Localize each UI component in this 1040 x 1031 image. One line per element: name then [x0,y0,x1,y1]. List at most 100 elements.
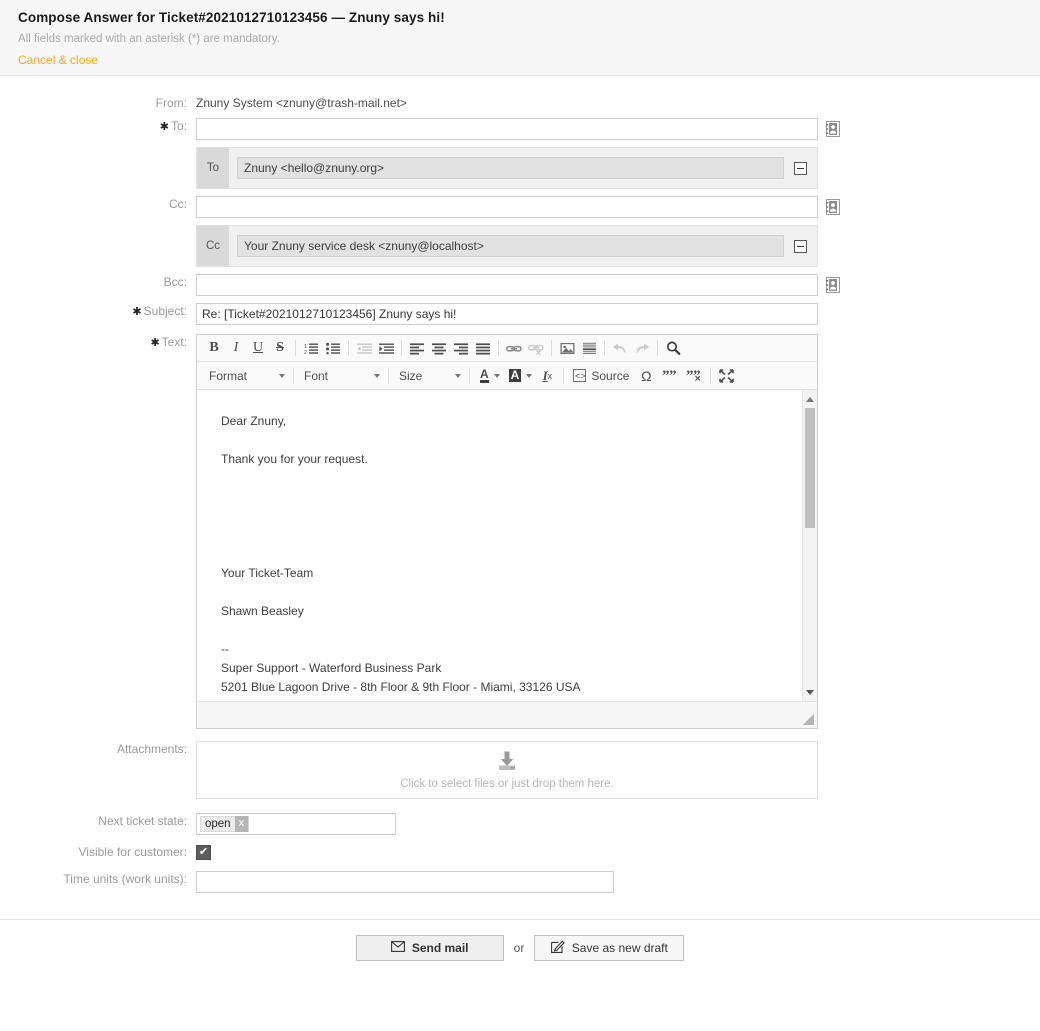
cc-recipient-value[interactable]: Your Znuny service desk <znuny@localhost… [237,235,784,257]
source-button[interactable]: <> Source [568,365,634,387]
subject-field-wrap [196,303,1040,325]
insert-image-icon[interactable] [556,337,578,359]
cc-recipient-row: Cc Your Znuny service desk <znuny@localh… [0,225,1040,267]
size-dropdown[interactable]: Size [393,365,465,387]
cc-recipient-box: Cc Your Znuny service desk <znuny@localh… [196,225,818,267]
remove-format-icon[interactable]: Ix [535,365,559,387]
required-asterisk-icon-text: ✱ [150,337,160,349]
svg-text:2: 2 [304,350,307,355]
subject-input[interactable] [196,303,818,325]
signature-line-1: Super Support - Waterford Business Park [221,661,442,675]
mandatory-note: All fields marked with an asterisk (*) a… [18,33,280,45]
to-label: ✱ To: [0,118,196,135]
editor-content[interactable]: Dear Znuny, Thank you for your request. … [197,390,793,701]
toolbar-separator [295,340,296,356]
scrollbar-thumb[interactable] [805,408,815,528]
scroll-up-arrow-icon[interactable] [803,392,817,406]
cancel-and-close-link[interactable]: Cancel & close [18,53,98,67]
attachments-label: Attachments: [116,742,187,756]
rich-text-editor: B I U S 12 Format Font Size A A I x <> S… [196,334,818,729]
outdent-icon[interactable] [353,337,375,359]
body-greeting: Dear Znuny, [221,414,287,428]
align-left-icon[interactable] [406,337,428,359]
body-blank-2 [221,526,793,545]
bcc-field-wrap [196,274,1040,296]
remove-cc-recipient-icon[interactable] [794,239,807,253]
editor-resize-handle[interactable] [803,714,814,725]
body-blank-1 [221,488,793,507]
font-dropdown[interactable]: Font [298,365,384,387]
toolbar-separator [293,367,294,384]
format-dropdown[interactable]: Format [203,365,289,387]
to-recipient-value[interactable]: Znuny <hello@znuny.org> [237,157,784,179]
subject-row: ✱ Subject: [0,303,1040,325]
from-value: Znuny System <znuny@trash-mail.net> [196,96,407,110]
visible-for-customer-label: Visible for customer: [78,845,188,859]
redo-icon[interactable] [631,337,653,359]
remove-blockquote-icon[interactable]: ”” [682,365,706,387]
state-tag: open x [200,816,250,832]
remove-to-recipient-icon[interactable] [794,161,807,175]
bcc-row: Bcc: [0,274,1040,296]
dialog-header: Compose Answer for Ticket#20210127101234… [0,0,1040,76]
bulleted-list-icon[interactable] [322,337,344,359]
signature-separator-top: -- [221,642,229,656]
visible-for-customer-checkbox[interactable]: ✔ [196,845,211,860]
attachment-dropzone[interactable]: Click to select files or just drop them … [196,741,818,799]
state-tag-remove-icon[interactable]: x [234,816,249,832]
strikethrough-icon[interactable]: S [269,337,291,359]
toolbar-separator [469,367,470,384]
address-book-icon-cc[interactable] [826,199,840,215]
numbered-list-icon[interactable]: 12 [300,337,322,359]
editor-body[interactable]: Dear Znuny, Thank you for your request. … [197,390,817,702]
bold-icon[interactable]: B [203,337,225,359]
horizontal-rule-icon[interactable] [578,337,600,359]
size-dropdown-label: Size [399,368,423,383]
toolbar-separator [401,340,402,356]
from-label: From: [155,96,187,110]
address-book-icon-to[interactable] [826,121,840,137]
visible-for-customer-field-wrap: ✔ [196,844,1040,860]
align-center-icon[interactable] [428,337,450,359]
save-as-new-draft-button[interactable]: Save as new draft [534,934,685,961]
insert-link-icon[interactable] [503,337,525,359]
required-asterisk-icon: ✱ [159,121,169,133]
to-row: ✱ To: [0,118,1040,140]
from-value-wrap: Znuny System <znuny@trash-mail.net> [196,95,1040,111]
special-character-icon[interactable]: Ω [634,365,658,387]
envelope-icon [390,940,405,955]
next-ticket-state-select[interactable]: open x [196,813,396,835]
to-label-text: To: [170,119,187,133]
state-tag-label: open [205,818,231,830]
address-book-icon-bcc[interactable] [826,277,840,293]
time-units-input[interactable] [196,871,614,893]
indent-icon[interactable] [375,337,397,359]
compose-form: From: Znuny System <znuny@trash-mail.net… [0,76,1040,975]
cc-input[interactable] [196,196,818,218]
scroll-down-arrow-icon[interactable] [803,685,817,699]
undo-icon[interactable] [609,337,631,359]
toolbar-separator [551,340,552,356]
blockquote-icon[interactable]: ”” [658,365,682,387]
align-justify-icon[interactable] [472,337,494,359]
align-right-icon[interactable] [450,337,472,359]
to-input[interactable] [196,118,818,140]
to-recipient-row: To Znuny <hello@znuny.org> [0,147,1040,189]
signature-line-2: 5201 Blue Lagoon Drive - 8th Floor & 9th… [221,680,581,694]
maximize-icon[interactable] [715,365,737,387]
background-color-picker[interactable]: A [503,365,536,387]
editor-toolbar-row-1: B I U S 12 [197,335,817,362]
italic-icon[interactable]: I [225,337,247,359]
send-mail-button[interactable]: Send mail [355,934,504,961]
bcc-input[interactable] [196,274,818,296]
next-ticket-state-field-wrap: open x [196,813,1040,835]
text-color-picker[interactable]: A [474,365,503,387]
page-title: Compose Answer for Ticket#20210127101234… [18,10,445,25]
unlink-icon[interactable] [525,337,547,359]
underline-icon[interactable]: U [247,337,269,359]
svg-text:”: ” [669,369,677,382]
find-icon[interactable] [662,337,684,359]
cc-label: Cc: [169,197,187,211]
editor-wrap: B I U S 12 Format Font Size A A I x <> S… [196,334,1040,729]
editor-vertical-scrollbar[interactable] [802,390,817,701]
